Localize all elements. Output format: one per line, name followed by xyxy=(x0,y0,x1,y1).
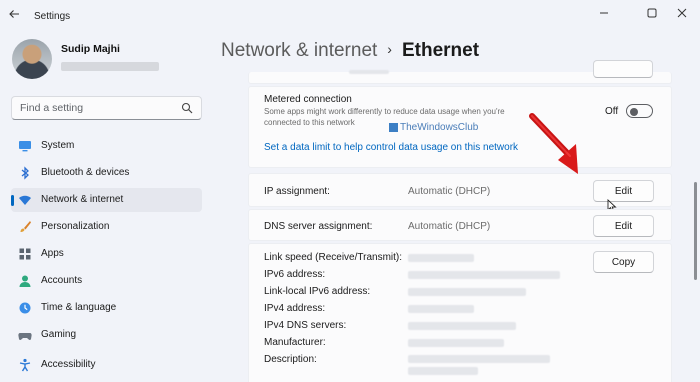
close-icon[interactable] xyxy=(671,5,693,21)
dns-assignment-card: DNS server assignment: Automatic (DHCP) … xyxy=(248,209,672,241)
search-box[interactable] xyxy=(11,96,202,120)
prop-label-ipv4-dns: IPv4 DNS servers: xyxy=(264,320,347,331)
search-icon[interactable] xyxy=(181,102,193,114)
sidebar-item-label: Accessibility xyxy=(41,359,96,370)
copy-button[interactable]: Copy xyxy=(593,251,654,273)
dns-edit-button[interactable]: Edit xyxy=(593,215,654,237)
prop-label-link-speed: Link speed (Receive/Transmit): xyxy=(264,252,403,263)
accessibility-icon xyxy=(19,358,31,372)
sidebar-item-label: System xyxy=(41,140,75,151)
breadcrumb: Network & internet › Ethernet xyxy=(221,40,479,62)
sidebar-item-label: Accounts xyxy=(41,275,83,286)
sidebar-item-accounts[interactable]: Accounts xyxy=(11,269,202,293)
redacted-value xyxy=(408,254,474,262)
avatar[interactable] xyxy=(12,39,52,79)
metered-description-2: connected to this network xyxy=(264,118,355,127)
apps-icon xyxy=(19,248,31,260)
partial-button[interactable] xyxy=(593,60,653,78)
sidebar-item-label: Time & language xyxy=(41,302,117,313)
metered-toggle[interactable] xyxy=(626,104,653,118)
hidden-text xyxy=(349,70,389,74)
redacted-value xyxy=(408,355,550,363)
person-icon xyxy=(19,275,31,287)
ip-assignment-label: IP assignment: xyxy=(264,186,330,197)
wifi-icon xyxy=(19,195,31,205)
scrollbar[interactable] xyxy=(694,182,697,280)
profile-name: Sudip Majhi xyxy=(61,43,120,55)
dns-assignment-label: DNS server assignment: xyxy=(264,221,373,232)
page-title: Ethernet xyxy=(401,40,480,61)
sidebar-item-time-language[interactable]: Time & language xyxy=(11,296,202,320)
app-title: Settings xyxy=(34,11,71,22)
maximize-icon[interactable] xyxy=(641,5,663,21)
sidebar-item-label: Gaming xyxy=(41,329,77,340)
globe-clock-icon xyxy=(19,302,31,314)
sidebar-item-personalization[interactable]: Personalization xyxy=(11,215,202,239)
watermark-icon xyxy=(389,123,398,132)
redacted-value xyxy=(408,339,504,347)
data-limit-link[interactable]: Set a data limit to help control data us… xyxy=(264,142,518,153)
sidebar-item-apps[interactable]: Apps xyxy=(11,242,202,266)
back-arrow-icon[interactable] xyxy=(8,8,24,24)
toggle-knob xyxy=(630,107,638,116)
controller-icon xyxy=(18,333,32,340)
title-bar: Settings xyxy=(0,0,700,30)
watermark-logo: TheWindowsClub xyxy=(389,122,478,133)
ip-assignment-value: Automatic (DHCP) xyxy=(408,186,491,197)
ip-assignment-card: IP assignment: Automatic (DHCP) Edit xyxy=(248,173,672,213)
redacted-value xyxy=(408,305,474,313)
dns-assignment-value: Automatic (DHCP) xyxy=(408,221,491,232)
ip-edit-button[interactable]: Edit xyxy=(593,180,654,202)
watermark-text: TheWindowsClub xyxy=(400,122,479,133)
prop-label-link-local-ipv6: Link-local IPv6 address: xyxy=(264,286,371,297)
toggle-state-label: Off xyxy=(605,106,619,117)
properties-card: Link speed (Receive/Transmit): IPv6 addr… xyxy=(248,243,672,382)
redacted-value xyxy=(408,367,478,375)
sidebar-item-label: Apps xyxy=(41,248,64,259)
redacted-value xyxy=(408,271,560,279)
sidebar-item-label: Network & internet xyxy=(41,194,124,205)
breadcrumb-parent[interactable]: Network & internet xyxy=(221,40,377,61)
sidebar-item-label: Personalization xyxy=(41,221,110,232)
prop-label-ipv4: IPv4 address: xyxy=(264,303,326,314)
active-indicator xyxy=(11,195,14,206)
sidebar-item-label: Bluetooth & devices xyxy=(41,167,130,178)
redacted-value xyxy=(408,288,526,296)
sidebar-item-gaming[interactable]: Gaming xyxy=(11,323,202,347)
sidebar-item-accessibility[interactable]: Accessibility xyxy=(11,353,202,377)
redacted-value xyxy=(408,322,516,330)
prop-label-description: Description: xyxy=(264,354,317,365)
profile-email-redacted xyxy=(61,62,159,71)
card-previous xyxy=(248,60,672,84)
sidebar-item-bluetooth[interactable]: Bluetooth & devices xyxy=(11,161,202,185)
sidebar-item-network[interactable]: Network & internet xyxy=(11,188,202,212)
brush-icon xyxy=(20,221,31,232)
prop-label-manufacturer: Manufacturer: xyxy=(264,337,326,348)
prop-label-ipv6: IPv6 address: xyxy=(264,269,326,280)
monitor-icon xyxy=(19,141,31,152)
breadcrumb-separator: › xyxy=(387,41,392,57)
sidebar-item-system[interactable]: System xyxy=(11,134,202,158)
bluetooth-icon xyxy=(21,166,29,180)
metered-description: Some apps might work differently to redu… xyxy=(264,107,505,116)
metered-title: Metered connection xyxy=(264,94,352,105)
search-input[interactable] xyxy=(20,101,170,115)
metered-connection-card: Metered connection Some apps might work … xyxy=(248,86,672,168)
annotation-arrow-icon xyxy=(529,113,578,174)
minimize-icon[interactable] xyxy=(593,5,615,21)
